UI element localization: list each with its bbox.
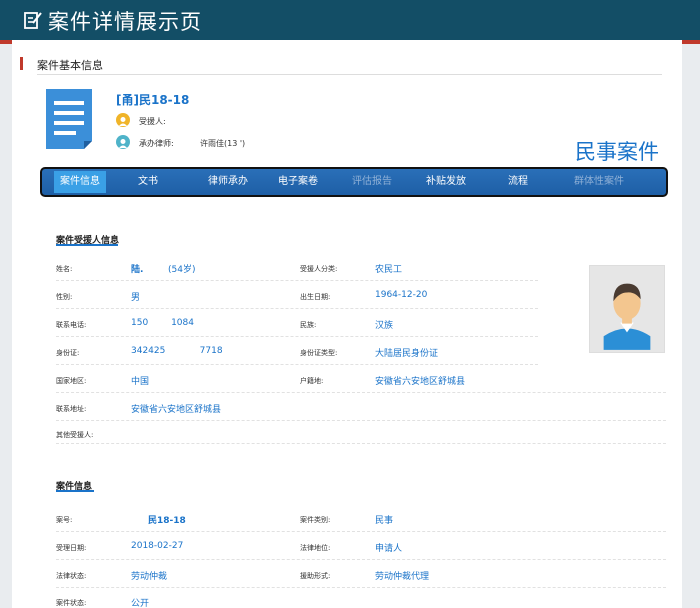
legal-status-value: 劳动仲裁 xyxy=(131,572,168,582)
legal-status-label: 法律状态: xyxy=(56,572,87,580)
case-type-badge: 民事案件 xyxy=(575,140,659,164)
country-value: 中国 xyxy=(131,377,150,387)
section-divider xyxy=(37,74,662,75)
aided-info-underline xyxy=(56,244,118,246)
household-label: 户籍地: xyxy=(300,377,324,385)
tab-bar: 案件信息 文书 律师承办 电子案卷 评估报告 补贴发放 流程 群体性案件 xyxy=(40,167,668,197)
row-divider xyxy=(56,308,538,309)
gender-label: 性别: xyxy=(56,293,73,301)
age-value: (54岁) xyxy=(168,265,196,275)
ethnicity-value: 汉族 xyxy=(375,321,394,331)
aided-person-label: 受援人: xyxy=(139,117,166,126)
person-avatar-frame xyxy=(589,265,665,353)
country-label: 国家地区: xyxy=(56,377,87,385)
aid-form-value: 劳动仲裁代理 xyxy=(375,572,430,582)
document-icon xyxy=(46,89,92,149)
accent-line-right xyxy=(682,40,700,44)
row-divider xyxy=(56,587,666,588)
lawyer-value: 许雨佳(13 ') xyxy=(200,139,246,148)
case-category-label: 案件类别: xyxy=(300,516,331,524)
aided-person-icon xyxy=(116,113,130,127)
person-avatar-icon xyxy=(603,283,651,350)
row-divider xyxy=(56,531,666,532)
tab-case-info[interactable]: 案件信息 xyxy=(54,171,106,193)
lawyer-icon xyxy=(116,135,130,149)
legal-position-value: 申请人 xyxy=(375,544,403,554)
tab-documents[interactable]: 文书 xyxy=(132,171,164,193)
case-no-label: 案号: xyxy=(56,516,73,524)
tab-assessment-report: 评估报告 xyxy=(352,176,392,187)
category-label: 受援人分类: xyxy=(300,265,338,273)
birth-value: 1964-12-20 xyxy=(375,290,428,300)
other-aided-label: 其他受援人: xyxy=(56,431,94,439)
address-label: 联系地址: xyxy=(56,405,87,413)
tab-lawyer-handling[interactable]: 律师承办 xyxy=(202,171,254,193)
case-info-underline xyxy=(56,490,94,492)
household-value: 安徽省六安地区舒城县 xyxy=(375,377,466,387)
basic-section-title: 案件基本信息 xyxy=(37,59,103,72)
legal-position-label: 法律地位: xyxy=(300,544,331,552)
address-value: 安徽省六安地区舒城县 xyxy=(131,405,222,415)
lawyer-label: 承办律师: xyxy=(139,139,174,148)
id-label: 身份证: xyxy=(56,349,80,357)
case-number: [甬]民18-18 xyxy=(116,93,190,107)
tab-group-case: 群体性案件 xyxy=(574,176,624,187)
case-status-value: 公开 xyxy=(131,599,150,608)
id-value: 342425 7718 xyxy=(131,346,223,356)
edit-document-icon xyxy=(24,12,42,29)
phone-value: 150 1084 xyxy=(131,318,194,328)
aid-form-label: 援助形式: xyxy=(300,572,331,580)
row-divider xyxy=(56,336,538,337)
row-divider xyxy=(56,420,666,421)
case-category-value: 民事 xyxy=(375,516,394,526)
page-header: 案件详情展示页 xyxy=(0,0,700,40)
ethnicity-label: 民族: xyxy=(300,321,317,329)
content-card xyxy=(12,40,682,608)
row-divider xyxy=(56,364,538,365)
gender-value: 男 xyxy=(131,293,141,303)
row-divider xyxy=(56,392,666,393)
name-value: 陆. xyxy=(131,265,144,275)
case-status-label: 案件状态: xyxy=(56,599,87,607)
row-divider xyxy=(56,559,666,560)
name-label: 姓名: xyxy=(56,265,73,273)
category-value: 农民工 xyxy=(375,265,403,275)
id-type-label: 身份证类型: xyxy=(300,349,338,357)
accept-date-value: 2018-02-27 xyxy=(131,541,184,551)
section-marker xyxy=(20,57,23,70)
accent-line-left xyxy=(0,40,12,44)
row-divider xyxy=(56,280,538,281)
page-title: 案件详情展示页 xyxy=(48,10,202,34)
accept-date-label: 受理日期: xyxy=(56,544,87,552)
case-no-value: 民18-18 xyxy=(148,516,186,526)
tab-process[interactable]: 流程 xyxy=(502,171,534,193)
tab-subsidy[interactable]: 补贴发放 xyxy=(420,171,472,193)
id-type-value: 大陆居民身份证 xyxy=(375,349,439,359)
phone-label: 联系电话: xyxy=(56,321,87,329)
row-divider xyxy=(56,443,666,444)
birth-label: 出生日期: xyxy=(300,293,331,301)
tab-e-dossier[interactable]: 电子案卷 xyxy=(272,171,324,193)
